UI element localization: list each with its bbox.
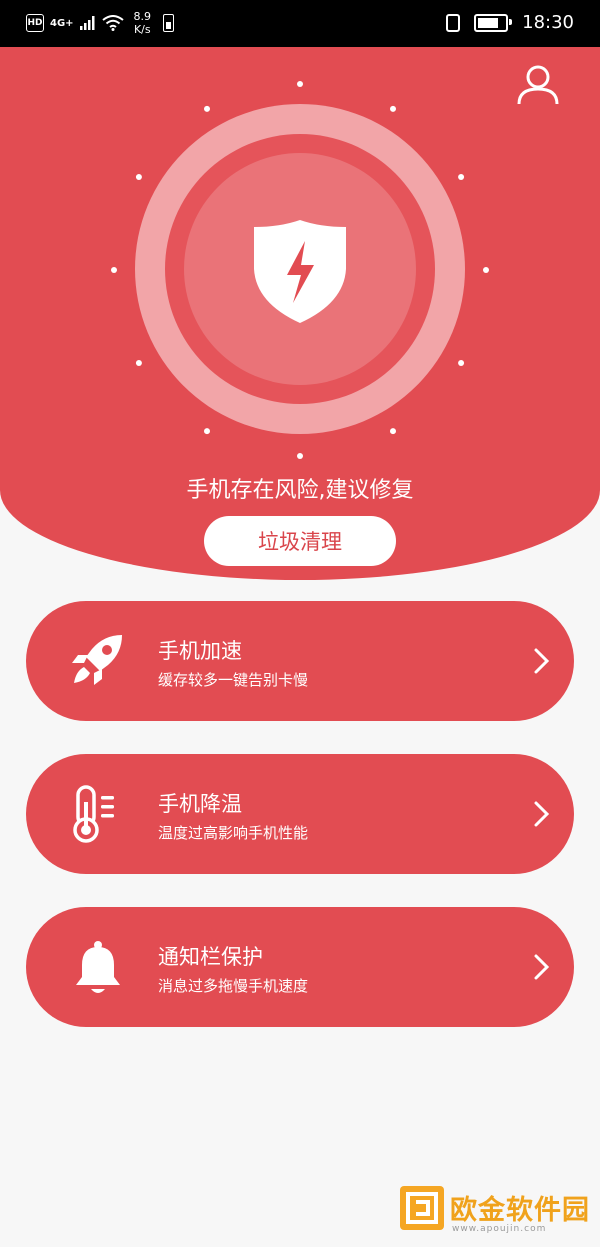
feature-card-cooldown[interactable]: 手机降温 温度过高影响手机性能: [26, 754, 574, 874]
network-speed: 8.9 K/s: [134, 10, 152, 36]
speed-value: 8.9: [133, 10, 152, 23]
dial-dot: [135, 174, 142, 180]
feature-card-speedup[interactable]: 手机加速 缓存较多一键告别卡慢: [26, 601, 574, 721]
watermark-text: 欧金软件园: [450, 1195, 590, 1226]
dial-dot: [458, 360, 465, 366]
clock: 18:30: [522, 12, 574, 33]
status-right: 18:30: [446, 12, 574, 33]
dial-dot: [483, 267, 489, 273]
chevron-right-icon: [534, 648, 550, 674]
watermark: 欧金软件园 www.apoujin.com: [400, 1180, 595, 1242]
feature-title: 手机加速: [158, 639, 242, 663]
dial-dot: [458, 174, 465, 180]
feature-title: 手机降温: [158, 792, 242, 816]
feature-title: 通知栏保护: [158, 945, 263, 969]
battery-icon: [474, 13, 513, 32]
junk-clean-button[interactable]: 垃圾清理: [204, 516, 396, 566]
risk-status-text: 手机存在风险,建议修复: [186, 478, 414, 503]
feature-subtitle: 消息过多拖慢手机速度: [158, 977, 309, 995]
watermark-logo-icon: [400, 1186, 444, 1230]
feature-subtitle: 温度过高影响手机性能: [158, 824, 309, 842]
dial-dot: [204, 428, 210, 435]
chevron-right-icon: [534, 954, 550, 980]
dial-dot: [204, 105, 210, 112]
thermometer-icon: [73, 785, 114, 843]
status-bar: HD 4G+ 8.9 K/s 18:30: [0, 0, 600, 47]
feature-card-notification[interactable]: 通知栏保护 消息过多拖慢手机速度: [26, 907, 574, 1027]
dial-dot: [111, 267, 117, 273]
vibrate-icon: [446, 13, 461, 32]
shield-lightning-icon: [254, 220, 346, 323]
watermark-url: www.apoujin.com: [452, 1224, 547, 1234]
feature-subtitle: 缓存较多一键告别卡慢: [158, 671, 309, 689]
speed-unit: K/s: [133, 23, 151, 36]
user-icon[interactable]: [516, 62, 560, 106]
dial-dot: [297, 81, 303, 87]
status-left: HD 4G+ 8.9 K/s: [26, 10, 175, 36]
rocket-icon: [72, 635, 122, 685]
charging-indicator-icon: [163, 14, 175, 32]
network-type: 4G+: [50, 17, 74, 29]
wifi-icon: [101, 15, 124, 31]
hd-icon: HD: [26, 14, 44, 32]
bell-icon: [76, 941, 120, 993]
watermark-logo-glyph: [406, 1192, 438, 1224]
dial-dot: [297, 453, 303, 459]
dial-dot: [135, 360, 142, 366]
dial-dot: [390, 428, 396, 435]
chevron-right-icon: [534, 801, 550, 827]
dial-dot: [390, 105, 396, 112]
signal-icon: [79, 16, 95, 30]
